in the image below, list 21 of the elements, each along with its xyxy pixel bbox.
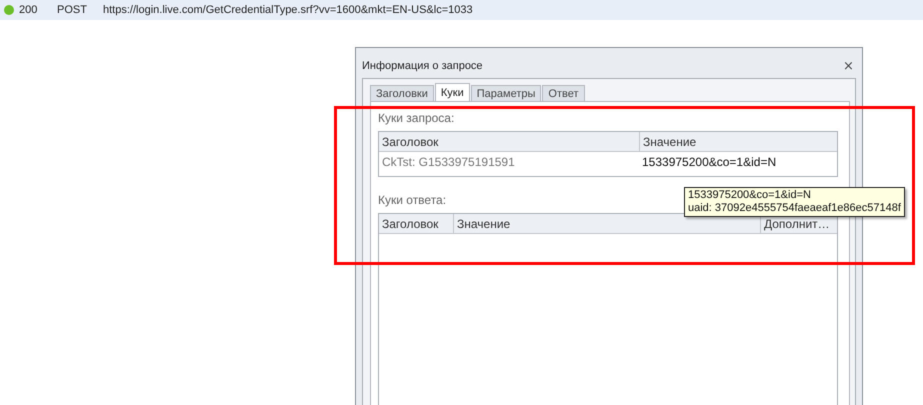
tab[interactable]: Куки	[434, 83, 470, 101]
status-code: 200	[19, 4, 38, 16]
tab[interactable]: Параметры	[470, 85, 542, 101]
tooltip-line: uaid: 37092e4555754faeaeaf1e86ec57148f	[688, 202, 901, 215]
column-header[interactable]: Заголовок	[379, 132, 640, 151]
window-title: Информация о запросе	[362, 60, 483, 72]
column-header[interactable]: Значение	[640, 132, 837, 151]
table-cell-text: CkTst: G1533975191591	[381, 154, 516, 171]
request-row[interactable]: 200 POST https://login.live.com/GetCredentialType.srf?vv=1600&mkt=EN-US&lc=1033	[0, 0, 923, 20]
tab[interactable]: Ответ	[542, 85, 584, 101]
section-label: Куки ответа:	[378, 193, 446, 207]
method: POST	[57, 4, 88, 16]
status-dot	[4, 5, 14, 15]
tab[interactable]: Заголовки	[370, 85, 434, 101]
table-cell-text: 1533975200&co=1&id=N	[641, 154, 778, 171]
request-url: https://login.live.com/GetCredentialType.srf?vv=1600&mkt=EN-US&lc=1033	[103, 4, 473, 16]
close-button[interactable]: ⨯	[841, 59, 856, 72]
column-header[interactable]: Дополнит…	[761, 214, 837, 233]
section-label: Куки запроса:	[378, 111, 454, 125]
tooltip-line: 1533975200&co=1&id=N	[688, 189, 812, 202]
column-header[interactable]: Заголовок	[379, 214, 454, 233]
